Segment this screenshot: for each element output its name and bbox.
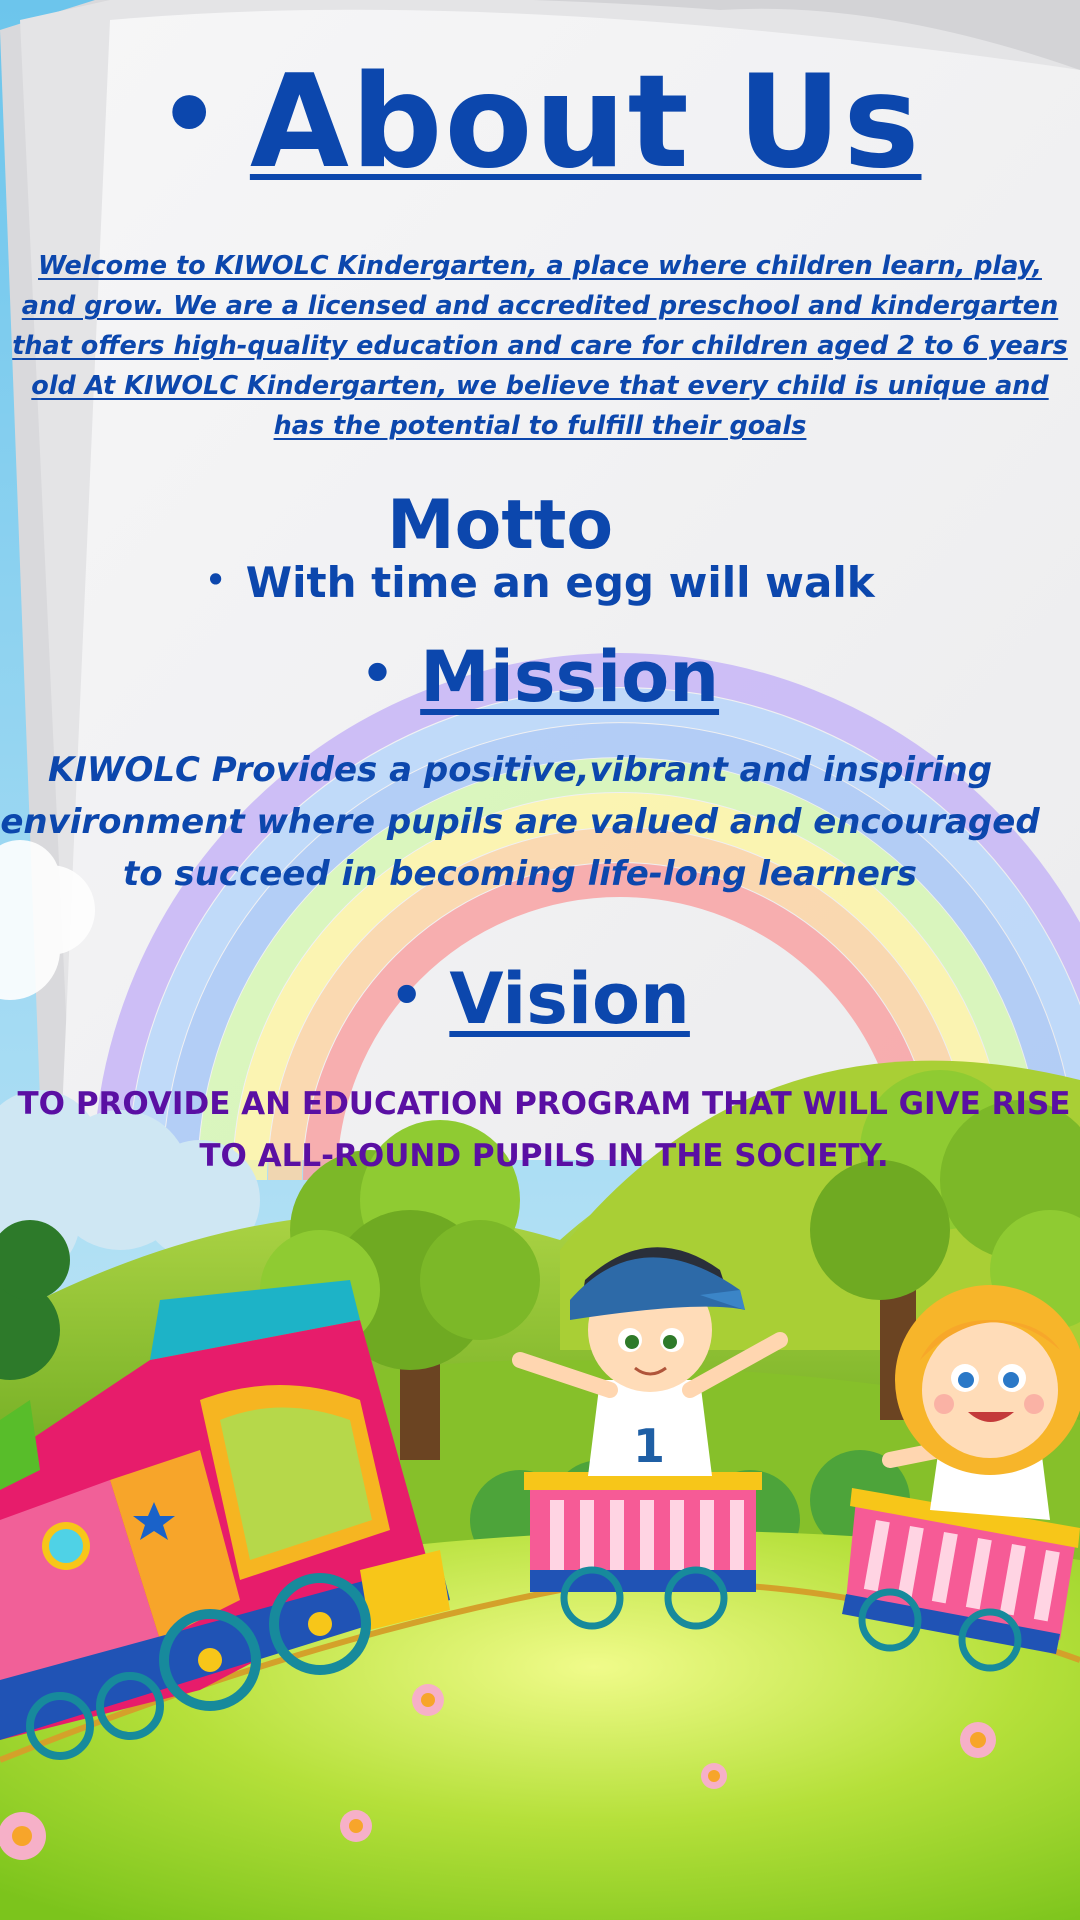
about-page: • About Us Welcome to KIWOLC Kindergarten… <box>0 0 1080 1920</box>
motto-text: With time an egg will walk <box>245 558 875 607</box>
motto-bullet: • <box>205 561 226 599</box>
mission-statement: KIWOLC Provides a positive,vibrant and i… <box>0 750 1040 894</box>
vision-bullet: • <box>390 966 424 1026</box>
mission-bullet: • <box>360 644 395 704</box>
about-us-heading: • About Us <box>0 48 1080 197</box>
about-bullet: • <box>158 59 222 171</box>
mission-heading: • Mission <box>0 636 1080 718</box>
motto-item: • With time an egg will walk <box>0 558 1080 607</box>
about-us-title: About Us <box>249 48 922 197</box>
vision-heading: • Vision <box>0 958 1080 1040</box>
vision-statement: TO PROVIDE AN EDUCATION PROGRAM THAT WIL… <box>17 1086 1071 1174</box>
mission-title: Mission <box>420 636 720 718</box>
intro-paragraph: Welcome to KIWOLC Kindergarten, a place … <box>12 251 1068 441</box>
motto-heading: Motto <box>386 486 614 565</box>
vision-title: Vision <box>449 958 690 1040</box>
